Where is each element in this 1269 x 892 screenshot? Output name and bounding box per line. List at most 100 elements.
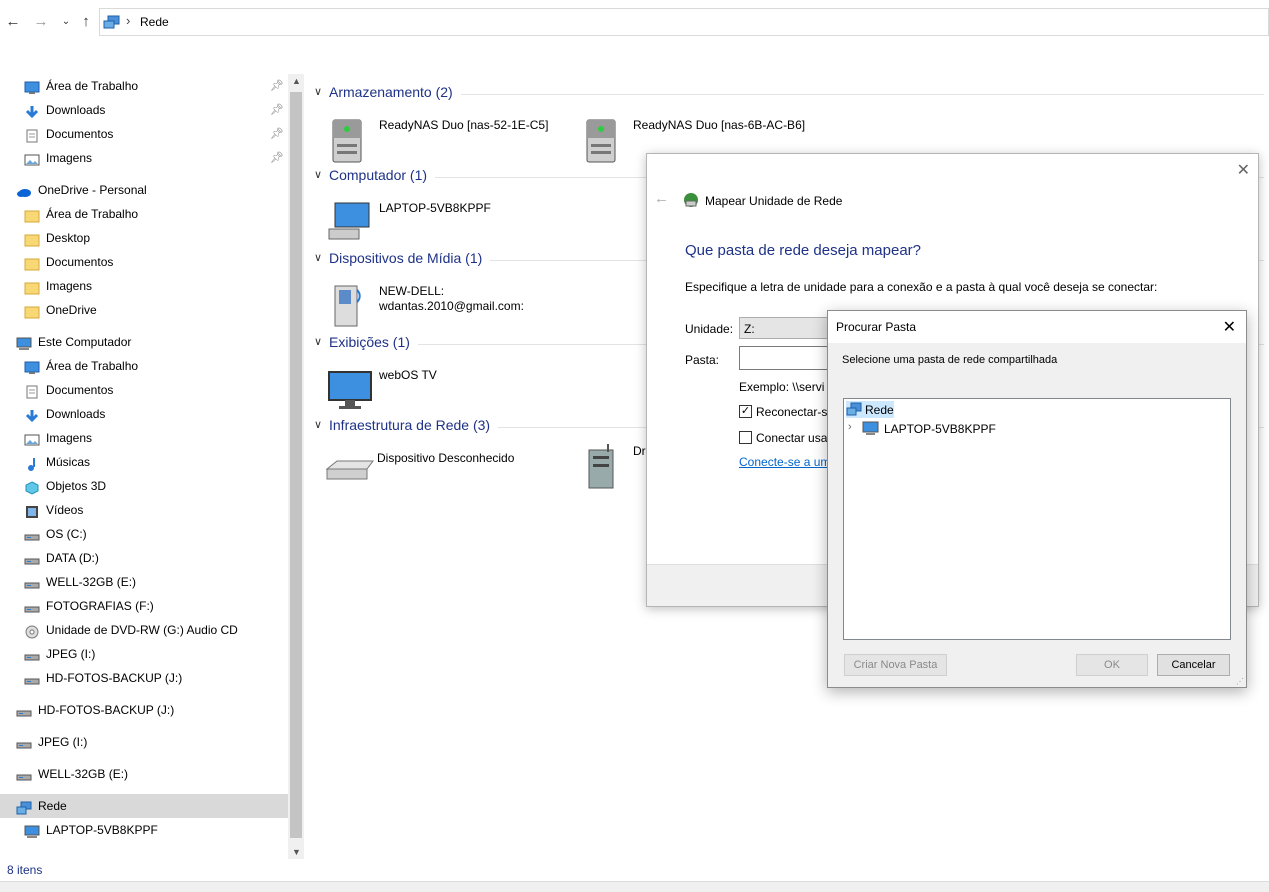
sidebar-item-pc-4[interactable]: Músicas <box>0 450 288 474</box>
computer-icon <box>16 335 32 350</box>
folder-input[interactable] <box>739 346 839 370</box>
breadcrumb-rede[interactable]: Rede <box>140 15 169 29</box>
chevron-down-icon: ∨ <box>314 169 323 181</box>
sidebar-item-quick-0[interactable]: Área de Trabalho 📌︎ <box>0 74 288 98</box>
item-label: ReadyNAS Duo [nas-6B-AC-B6] <box>633 118 806 132</box>
chevron-down-icon: ∨ <box>314 252 323 264</box>
infra-item-0[interactable]: Dispositivo Desconhecido <box>325 451 565 499</box>
sidebar-item-label: Este Computador <box>38 335 132 349</box>
videos-icon <box>24 503 40 518</box>
sidebar-item-quick-2[interactable]: Documentos 📌︎ <box>0 122 288 146</box>
sidebar-item-rede[interactable]: Rede <box>0 794 288 818</box>
expand-chevron-icon[interactable]: › <box>848 421 852 433</box>
display-item-0[interactable]: webOS TV <box>327 368 567 416</box>
sidebar-item-pc-12[interactable]: JPEG (I:) <box>0 642 288 666</box>
resize-grip-icon[interactable]: ⋰ <box>1236 677 1244 686</box>
sidebar-item-pc-9[interactable]: WELL-32GB (E:) <box>0 570 288 594</box>
tree-item-rede[interactable]: Rede <box>846 401 894 418</box>
scroll-up-icon[interactable]: ▲ <box>292 76 301 86</box>
sidebar-item-onedrive-1[interactable]: Desktop <box>0 226 288 250</box>
sidebar-item-pc-3[interactable]: Imagens <box>0 426 288 450</box>
reconnect-checkbox[interactable]: ✓ <box>739 405 752 418</box>
back-arrow-icon[interactable]: ← <box>4 12 22 32</box>
storage-item-0[interactable]: ReadyNAS Duo [nas-52-1E-C5] <box>327 118 567 166</box>
drive-icon <box>16 735 32 749</box>
sidebar-item-pc-10[interactable]: FOTOGRAFIAS (F:) <box>0 594 288 618</box>
sidebar-item-label: OneDrive <box>46 303 97 317</box>
sidebar-item-pc-5[interactable]: Objetos 3D <box>0 474 288 498</box>
group-divider <box>460 94 1264 95</box>
sidebar-item-label: LAPTOP-5VB8KPPF <box>46 823 158 837</box>
nas-icon <box>581 118 621 167</box>
item-label: ReadyNAS Duo [nas-52-1E-C5] <box>379 118 549 132</box>
pin-icon[interactable]: 📌︎ <box>270 74 284 98</box>
sidebar-item-label: Músicas <box>46 455 91 469</box>
sidebar-item-quick-1[interactable]: Downloads 📌︎ <box>0 98 288 122</box>
music-icon <box>24 455 40 471</box>
scroll-down-icon[interactable]: ▼ <box>292 847 301 857</box>
sidebar-item-onedrive[interactable]: OneDrive - Personal <box>0 178 288 202</box>
sidebar-item-pc-7[interactable]: OS (C:) <box>0 522 288 546</box>
group-title: Exibições (1) <box>329 334 410 350</box>
sidebar-item-label: Desktop <box>46 231 91 245</box>
computer-item-0[interactable]: LAPTOP-5VB8KPPF <box>327 201 567 249</box>
up-arrow-icon[interactable]: ↑ <box>77 12 95 32</box>
sidebar-item-pc-1[interactable]: Documentos <box>0 378 288 402</box>
network-icon <box>103 15 120 29</box>
chevron-down-icon: ∨ <box>314 419 323 431</box>
sidebar-item-drive-0[interactable]: HD-FOTOS-BACKUP (J:) <box>0 698 288 722</box>
cancel-button[interactable]: Cancelar <box>1157 654 1230 676</box>
sidebar-item-onedrive-2[interactable]: Documentos <box>0 250 288 274</box>
group-title: Dispositivos de Mídia (1) <box>329 250 483 266</box>
sidebar-item-pc-11[interactable]: Unidade de DVD-RW (G:) Audio CD <box>0 618 288 642</box>
sidebar-item-quick-3[interactable]: Imagens 📌︎ <box>0 146 288 170</box>
item-label-2: wdantas.2010@gmail.com: <box>379 299 524 313</box>
sidebar-item-label: Imagens <box>46 431 93 445</box>
address-bar[interactable]: › Rede <box>99 8 1269 36</box>
sidebar-item-onedrive-0[interactable]: Área de Trabalho <box>0 202 288 226</box>
browse-instruction: Selecione uma pasta de rede compartilhad… <box>842 354 1058 366</box>
folder-icon <box>24 231 40 247</box>
recent-chevron-icon[interactable]: ⌄ <box>57 12 75 32</box>
sidebar-item-pc-2[interactable]: Downloads <box>0 402 288 426</box>
sidebar-item-label: Rede <box>38 799 67 813</box>
connect-website-link[interactable]: Conecte-se a um <box>739 455 830 469</box>
tree-item-laptop[interactable]: LAPTOP-5VB8KPPF <box>884 422 996 436</box>
sidebar-item-drive-2[interactable]: WELL-32GB (E:) <box>0 762 288 786</box>
pin-icon[interactable]: 📌︎ <box>270 122 284 146</box>
sidebar-item-this-pc[interactable]: Este Computador <box>0 330 288 354</box>
forward-arrow-icon[interactable]: → <box>32 12 50 32</box>
sidebar-item-pc-6[interactable]: Vídeos <box>0 498 288 522</box>
pin-icon[interactable]: 📌︎ <box>270 146 284 170</box>
sidebar-item-onedrive-4[interactable]: OneDrive <box>0 298 288 322</box>
sidebar-item-label: Área de Trabalho <box>46 79 139 93</box>
drive-select[interactable]: Z: <box>739 317 839 339</box>
sidebar-item-label: WELL-32GB (E:) <box>46 575 137 589</box>
back-arrow-icon[interactable]: ← <box>654 190 669 207</box>
media-device-icon <box>327 284 367 333</box>
navigation-scrollbar[interactable]: ▲ ▼ <box>288 74 304 859</box>
other-credentials-checkbox[interactable] <box>739 431 752 444</box>
media-item-0[interactable]: NEW-DELL: wdantas.2010@gmail.com: <box>327 284 567 332</box>
close-icon[interactable]: ✕ <box>1237 160 1250 180</box>
sidebar-item-network-0[interactable]: LAPTOP-5VB8KPPF <box>0 818 288 842</box>
sidebar-item-pc-13[interactable]: HD-FOTOS-BACKUP (J:) <box>0 666 288 690</box>
scrollbar-thumb[interactable] <box>290 92 302 838</box>
ok-button[interactable]: OK <box>1076 654 1148 676</box>
group-header-0[interactable]: ∨ Armazenamento (2) <box>314 84 1264 104</box>
sidebar-item-pc-0[interactable]: Área de Trabalho <box>0 354 288 378</box>
dialog-heading: Que pasta de rede deseja mapear? <box>685 242 921 259</box>
close-icon[interactable]: ✕ <box>1223 317 1236 337</box>
router-icon <box>325 455 375 488</box>
item-label: NEW-DELL: <box>379 284 445 298</box>
pin-icon[interactable]: 📌︎ <box>270 98 284 122</box>
sidebar-item-drive-1[interactable]: JPEG (I:) <box>0 730 288 754</box>
new-folder-button[interactable]: Criar Nova Pasta <box>844 654 947 676</box>
sidebar-item-label: JPEG (I:) <box>38 735 88 749</box>
dialog-description: Especifique a letra de unidade para a co… <box>685 280 1158 294</box>
documents-icon <box>24 127 40 143</box>
folder-tree[interactable]: Rede › LAPTOP-5VB8KPPF <box>843 398 1231 640</box>
sidebar-item-pc-8[interactable]: DATA (D:) <box>0 546 288 570</box>
browse-dialog-title: Procurar Pasta <box>836 320 917 334</box>
sidebar-item-onedrive-3[interactable]: Imagens <box>0 274 288 298</box>
